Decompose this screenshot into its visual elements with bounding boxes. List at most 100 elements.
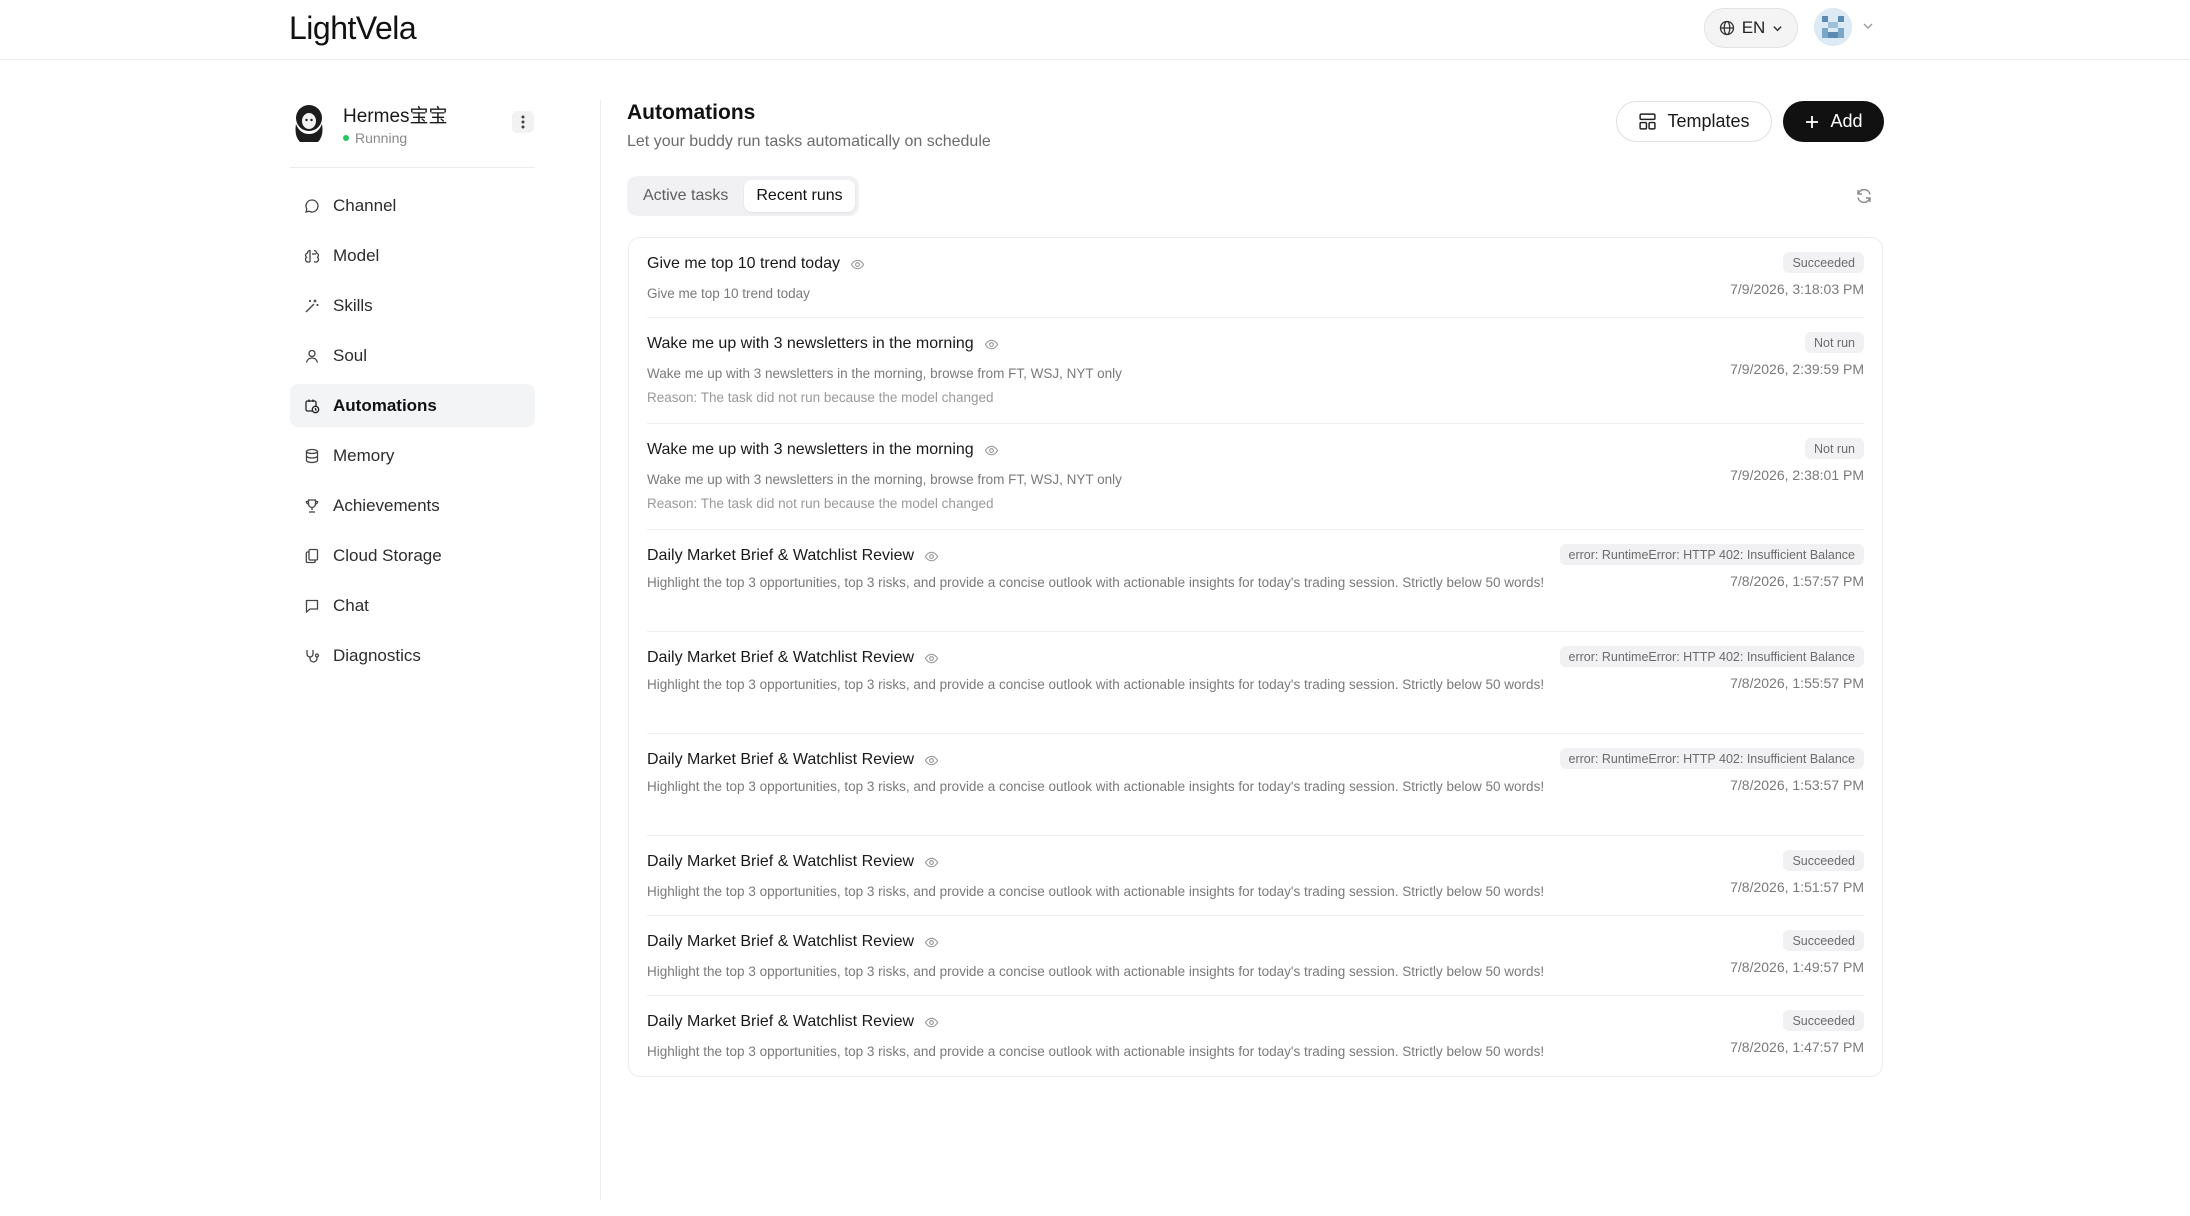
status-badge: Not run — [1805, 438, 1864, 459]
status-badge: Succeeded — [1783, 252, 1864, 273]
run-row[interactable]: Daily Market Brief & Watchlist Review Hi… — [647, 916, 1864, 996]
eye-icon[interactable] — [984, 443, 999, 458]
run-title-text: Daily Market Brief & Watchlist Review — [647, 751, 915, 768]
tab-recent-runs[interactable]: Recent runs — [744, 180, 855, 212]
trophy-icon — [305, 498, 319, 513]
templates-button[interactable]: Templates — [1616, 101, 1772, 142]
sidebar-item-chat[interactable]: Chat — [290, 584, 535, 627]
run-row[interactable]: Wake me up with 3 newsletters in the mor… — [647, 424, 1864, 530]
run-title: Daily Market Brief & Watchlist Review — [647, 649, 939, 667]
agent-status-label: Running — [355, 130, 408, 146]
sidebar-item-label: Memory — [333, 445, 395, 465]
templates-label: Templates — [1667, 111, 1750, 131]
sidebar-item-label: Channel — [333, 195, 397, 215]
run-title: Wake me up with 3 newsletters in the mor… — [647, 335, 999, 353]
run-description: Give me top 10 trend today — [647, 286, 810, 301]
agent-more-button[interactable] — [512, 111, 534, 133]
brain-icon — [304, 249, 320, 263]
globe-icon — [1719, 20, 1734, 36]
agent-status: Running — [343, 130, 407, 146]
sidebar-item-label: Chat — [333, 595, 369, 615]
run-description: Highlight the top 3 opportunities, top 3… — [647, 677, 1545, 692]
run-description: Highlight the top 3 opportunities, top 3… — [647, 575, 1545, 590]
recent-runs-list: Give me top 10 trend today Give me top 1… — [628, 237, 1883, 1077]
stethoscope-icon — [306, 649, 320, 663]
sidebar-item-label: Skills — [333, 295, 373, 315]
run-description: Wake me up with 3 newsletters in the mor… — [647, 472, 1122, 487]
run-description: Highlight the top 3 opportunities, top 3… — [647, 779, 1545, 794]
run-timestamp: 7/8/2026, 1:51:57 PM — [1730, 879, 1864, 895]
eye-icon[interactable] — [924, 1015, 939, 1030]
sidebar-divider — [600, 100, 601, 1200]
layout-template-icon — [1639, 113, 1657, 130]
run-title: Daily Market Brief & Watchlist Review — [647, 933, 939, 951]
eye-icon[interactable] — [924, 549, 939, 564]
run-description: Highlight the top 3 opportunities, top 3… — [647, 884, 1545, 899]
status-badge: Succeeded — [1783, 850, 1864, 871]
sidebar-item-automations[interactable]: Automations — [290, 384, 535, 427]
run-title-text: Give me top 10 trend today — [647, 255, 840, 272]
add-button[interactable]: Add — [1783, 101, 1884, 142]
status-badge: error: RuntimeError: HTTP 402: Insuffici… — [1559, 544, 1864, 565]
sidebar-item-memory[interactable]: Memory — [290, 434, 535, 477]
status-badge: Succeeded — [1783, 1010, 1864, 1031]
run-timestamp: 7/8/2026, 1:49:57 PM — [1730, 959, 1864, 975]
run-timestamp: 7/8/2026, 1:53:57 PM — [1730, 777, 1864, 793]
account-menu-chevron-icon[interactable] — [1862, 20, 1874, 32]
refresh-icon[interactable] — [1855, 187, 1873, 205]
run-tabs: Active tasks Recent runs — [627, 176, 859, 216]
chat-bubble-icon — [305, 198, 319, 213]
eye-icon[interactable] — [924, 935, 939, 950]
run-timestamp: 7/8/2026, 1:47:57 PM — [1730, 1039, 1864, 1055]
run-row[interactable]: Daily Market Brief & Watchlist Review Hi… — [647, 632, 1864, 734]
eye-icon[interactable] — [924, 855, 939, 870]
sidebar-item-skills[interactable]: Skills — [290, 284, 535, 327]
run-row[interactable]: Give me top 10 trend today Give me top 1… — [647, 238, 1864, 318]
user-avatar[interactable] — [1814, 8, 1852, 46]
run-title-text: Daily Market Brief & Watchlist Review — [647, 853, 915, 870]
sidebar-item-label: Automations — [333, 395, 437, 415]
status-badge: Succeeded — [1783, 930, 1864, 951]
run-title: Daily Market Brief & Watchlist Review — [647, 853, 939, 871]
sidebar-item-diagnostics[interactable]: Diagnostics — [290, 634, 535, 677]
status-badge: error: RuntimeError: HTTP 402: Insuffici… — [1559, 748, 1864, 769]
sidebar-item-label: Cloud Storage — [333, 545, 442, 565]
sidebar-item-model[interactable]: Model — [290, 234, 535, 277]
page-subtitle: Let your buddy run tasks automatically o… — [627, 133, 991, 150]
eye-icon[interactable] — [984, 337, 999, 352]
run-timestamp: 7/8/2026, 1:57:57 PM — [1730, 573, 1864, 589]
agent-avatar[interactable] — [292, 104, 326, 146]
sidebar-item-cloud-storage[interactable]: Cloud Storage — [290, 534, 535, 577]
run-title: Daily Market Brief & Watchlist Review — [647, 751, 939, 769]
run-row[interactable]: Daily Market Brief & Watchlist Review Hi… — [647, 996, 1864, 1076]
app-logo[interactable]: LightVela — [289, 10, 417, 47]
eye-icon[interactable] — [924, 753, 939, 768]
run-row[interactable]: Wake me up with 3 newsletters in the mor… — [647, 318, 1864, 424]
run-row[interactable]: Daily Market Brief & Watchlist Review Hi… — [647, 836, 1864, 916]
tab-active-tasks[interactable]: Active tasks — [631, 180, 740, 212]
add-label: Add — [1830, 111, 1863, 131]
run-title-text: Wake me up with 3 newsletters in the mor… — [647, 441, 974, 458]
run-timestamp: 7/9/2026, 2:38:01 PM — [1730, 467, 1864, 483]
sidebar-item-achievements[interactable]: Achievements — [290, 484, 535, 527]
eye-icon[interactable] — [850, 257, 865, 272]
sidebar-item-soul[interactable]: Soul — [290, 334, 535, 377]
language-selector[interactable]: EN — [1704, 8, 1798, 48]
agent-name: Hermes宝宝 — [343, 106, 448, 127]
eye-icon[interactable] — [924, 651, 939, 666]
run-title: Give me top 10 trend today — [647, 255, 865, 273]
run-title-text: Wake me up with 3 newsletters in the mor… — [647, 335, 974, 352]
run-title-text: Daily Market Brief & Watchlist Review — [647, 547, 915, 564]
run-description: Highlight the top 3 opportunities, top 3… — [647, 1044, 1545, 1059]
sidebar-item-channel[interactable]: Channel — [290, 184, 535, 227]
sidebar-item-label: Soul — [333, 345, 368, 365]
run-row[interactable]: Daily Market Brief & Watchlist Review Hi… — [647, 734, 1864, 836]
status-dot — [343, 135, 349, 141]
run-timestamp: 7/8/2026, 1:55:57 PM — [1730, 675, 1864, 691]
run-title: Daily Market Brief & Watchlist Review — [647, 1013, 939, 1031]
run-title-text: Daily Market Brief & Watchlist Review — [647, 649, 915, 666]
database-icon — [305, 448, 319, 463]
sidebar-nav: Channel Model Skills Soul Automations Me… — [290, 184, 535, 677]
language-label: EN — [1741, 18, 1766, 37]
run-row[interactable]: Daily Market Brief & Watchlist Review Hi… — [647, 530, 1864, 632]
